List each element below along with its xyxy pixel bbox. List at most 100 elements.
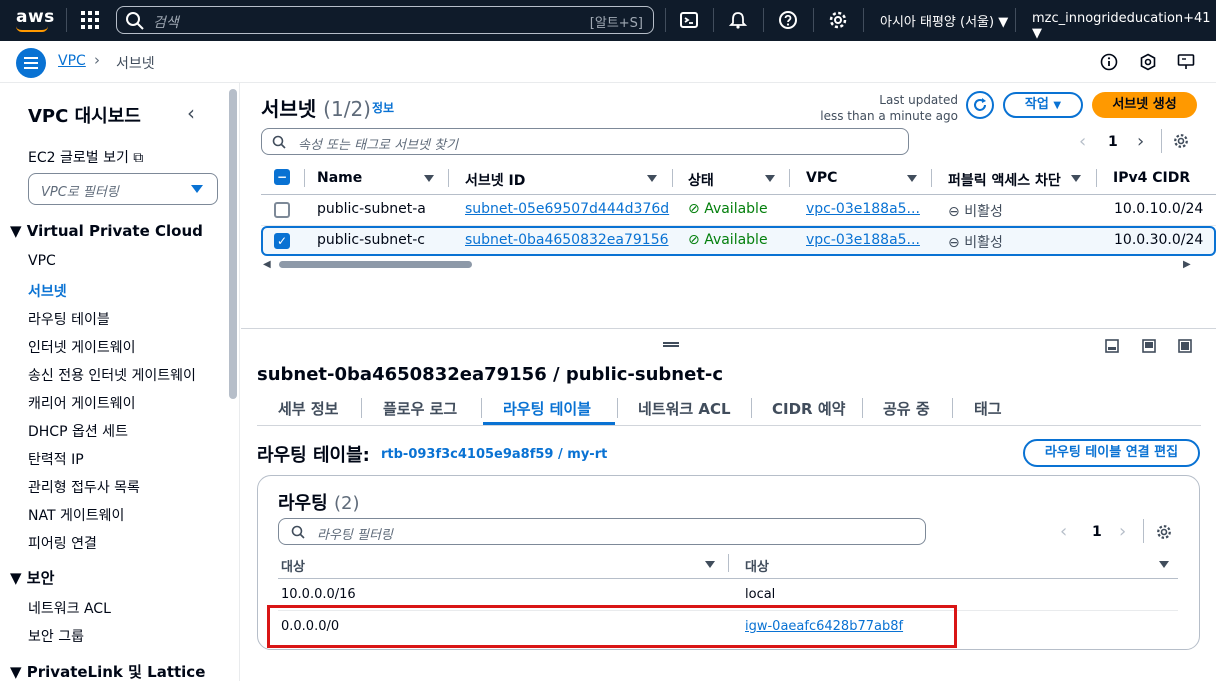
side-nav-title[interactable]: VPC 대시보드 [28,102,141,128]
services-menu-icon[interactable] [81,11,99,29]
section-security[interactable]: ▼ 보안 [10,567,54,588]
column-header-subnet-id[interactable]: 서브넷 ID [465,170,525,190]
search-icon [291,525,305,539]
horizontal-scrollbar[interactable] [279,261,472,268]
select-all-checkbox[interactable]: − [274,169,290,185]
tab-route-table[interactable]: 라우팅 테이블 [503,398,591,419]
aws-logo[interactable]: aws [16,7,55,27]
scroll-left-arrow-icon[interactable]: ◀ [263,259,271,270]
info-link[interactable]: 정보 [372,99,394,116]
side-nav-toggle-button[interactable] [16,48,46,78]
sort-caret-icon[interactable] [765,175,775,182]
sidebar-item-prefix-lists[interactable]: 관리형 접두사 목록 [28,477,140,497]
chevron-left-icon[interactable]: ‹ [1060,521,1067,542]
sidebar-item-nat-gateways[interactable]: NAT 게이트웨이 [28,505,124,525]
routes-settings-gear-icon[interactable] [1156,524,1172,540]
presentation-icon[interactable] [1177,53,1195,71]
account-menu[interactable]: mzc_innogrideducation+41 ▼ [1032,11,1216,41]
sort-caret-icon[interactable] [424,175,434,182]
divider [1015,8,1016,32]
create-subnet-button[interactable]: 서브넷 생성 [1092,92,1197,118]
table-settings-gear-icon[interactable] [1173,133,1189,149]
sort-caret-icon[interactable] [705,561,715,568]
table-row-selected[interactable]: ✓ public-subnet-c subnet-0ba4650832ea791… [261,226,1216,256]
notifications-bell-icon[interactable] [728,10,748,30]
tab-details[interactable]: 세부 정보 [278,398,338,419]
sidebar-item-dhcp-options[interactable]: DHCP 옵션 세트 [28,421,128,441]
split-bottom-icon[interactable] [1105,339,1119,353]
row-checkbox-checked[interactable]: ✓ [274,233,290,249]
chevron-left-icon[interactable]: ‹ [187,101,195,125]
ec2-global-view-link[interactable]: EC2 글로벌 보기 ⧉ [28,147,143,167]
routes-page-number[interactable]: 1 [1092,524,1102,540]
subnet-search-input[interactable]: 속성 또는 태그로 서브넷 찾기 [261,128,909,155]
sidebar-item-subnets[interactable]: 서브넷 [28,281,67,301]
side-nav-scrollbar[interactable] [229,89,237,399]
column-header-block-public-access[interactable]: 퍼블릭 액세스 차단 [948,170,1061,190]
sidebar-item-internet-gateways[interactable]: 인터넷 게이트웨이 [28,337,136,357]
sidebar-item-egress-only-igw[interactable]: 송신 전용 인터넷 게이트웨이 [28,365,196,385]
tab-network-acl[interactable]: 네트워크 ACL [638,398,731,419]
sort-caret-icon[interactable] [907,175,917,182]
sort-caret-icon[interactable] [647,175,657,182]
region-selector[interactable]: 아시아 태평양 (서울) ▼ [880,11,1008,30]
route-table-link[interactable]: rtb-093f3c4105e9a8f59 / my-rt [381,447,607,462]
caret-down-icon: ▼ [1053,100,1062,111]
edit-route-table-association-button[interactable]: 라우팅 테이블 연결 편집 [1023,439,1200,467]
tab-sharing[interactable]: 공유 중 [883,398,930,419]
info-circle-icon[interactable] [1100,53,1118,71]
subnet-id-link[interactable]: subnet-0ba4650832ea79156 [465,232,669,248]
vpc-link[interactable]: vpc-03e188a5... [806,201,920,217]
column-header-name[interactable]: Name [317,170,362,186]
actions-dropdown-button[interactable]: 작업 ▼ [1003,92,1083,118]
breadcrumb-vpc-link[interactable]: VPC [58,53,86,69]
help-icon[interactable] [778,10,798,30]
sidebar-item-route-tables[interactable]: 라우팅 테이블 [28,309,110,329]
routes-filter-input[interactable]: 라우팅 필터링 [278,518,926,545]
sidebar-item-vpc[interactable]: VPC [28,253,56,269]
tab-divider [862,398,863,418]
global-search-input[interactable]: 검색 [알트+S] [116,6,654,34]
column-header-state[interactable]: 상태 [688,170,714,190]
page-number[interactable]: 1 [1108,134,1118,150]
divider [1143,519,1144,543]
chevron-right-icon[interactable]: › [1137,131,1144,152]
sidebar-item-elastic-ips[interactable]: 탄력적 IP [28,449,84,469]
chevron-left-icon[interactable]: ‹ [1079,131,1086,152]
column-header-ipv4-cidr[interactable]: IPv4 CIDR [1113,170,1190,186]
sidebar-item-network-acls[interactable]: 네트워크 ACL [28,598,111,618]
tab-cidr-reservations[interactable]: CIDR 예약 [772,398,845,419]
divider [66,8,67,32]
chevron-right-icon[interactable]: › [1119,521,1126,542]
section-virtual-private-cloud[interactable]: ▼ Virtual Private Cloud [10,222,203,240]
sidebar-item-peering[interactable]: 피어링 연결 [28,533,97,553]
minus-circle-icon: ⊖ [948,204,960,220]
table-row[interactable]: public-subnet-a subnet-05e69507d444d376d… [261,195,1216,225]
split-full-icon[interactable] [1178,339,1192,353]
settings-gear-icon[interactable] [828,10,848,30]
sidebar-item-carrier-gateways[interactable]: 캐리어 게이트웨이 [28,393,136,413]
tab-flow-logs[interactable]: 플로우 로그 [383,398,457,419]
sort-caret-icon[interactable] [1159,561,1169,568]
tab-divider [952,398,953,418]
scroll-right-arrow-icon[interactable]: ▶ [1183,259,1191,270]
feedback-icon[interactable] [1139,53,1157,71]
column-header-target[interactable]: 대상 [745,556,769,575]
refresh-button[interactable] [966,91,994,119]
row-checkbox[interactable] [274,202,290,218]
route-target: local [745,587,776,602]
vpc-link[interactable]: vpc-03e188a5... [806,232,920,248]
tab-tags[interactable]: 태그 [974,398,1002,419]
resize-handle-icon[interactable] [663,342,679,347]
cloudshell-icon[interactable] [679,10,699,30]
subnet-id-link[interactable]: subnet-05e69507d444d376d [465,201,669,217]
route-destination: 10.0.0.0/16 [281,587,356,602]
sort-caret-icon[interactable] [1071,175,1081,182]
column-header-destination[interactable]: 대상 [281,556,305,575]
vpc-filter-select[interactable]: VPC로 필터링 [28,173,218,205]
tab-divider [361,398,362,418]
sidebar-item-security-groups[interactable]: 보안 그룹 [28,626,84,646]
section-privatelink[interactable]: ▼ PrivateLink 및 Lattice [10,661,205,681]
column-header-vpc[interactable]: VPC [806,170,837,186]
split-side-icon[interactable] [1142,339,1156,353]
